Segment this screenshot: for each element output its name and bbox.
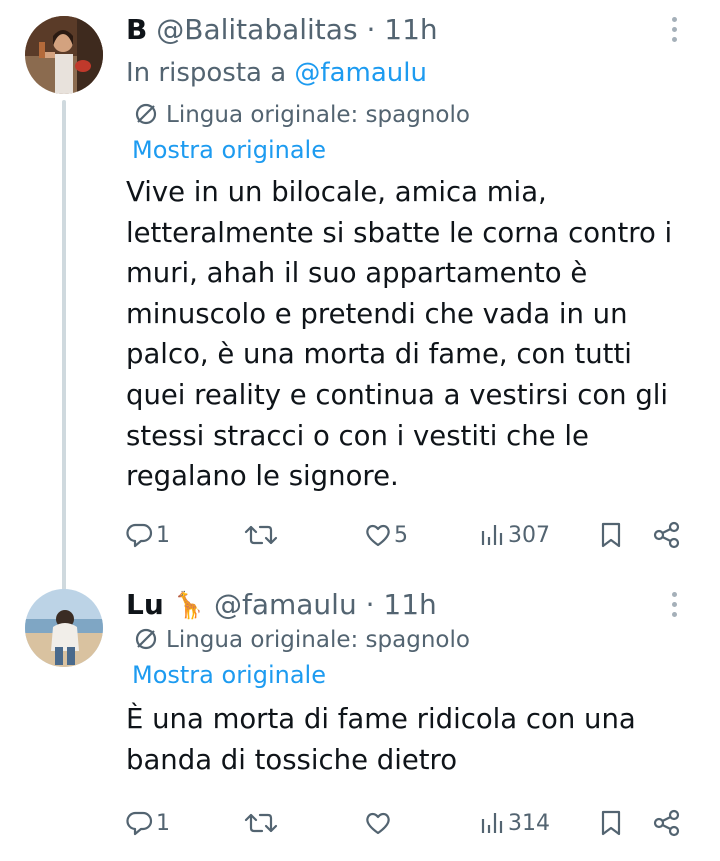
share-button[interactable] [652, 515, 682, 555]
separator-dot: · [366, 13, 376, 46]
like-button[interactable] [364, 803, 394, 843]
reply-count: 1 [156, 522, 170, 548]
heart-icon [366, 524, 390, 547]
more-options-icon[interactable] [664, 589, 684, 623]
giraffe-emoji: 🦒 [172, 591, 206, 621]
person-on-beach-photo-avatar [25, 589, 103, 667]
language-label: Lingua originale: spagnolo [166, 102, 470, 128]
avatar[interactable] [25, 16, 103, 94]
timestamp[interactable]: 11h [383, 588, 436, 621]
more-options-icon[interactable] [664, 14, 684, 48]
tweet-text: È una morta di fame ridicola con una ban… [126, 703, 636, 776]
tweet-actions: 1 5 307 [126, 515, 692, 555]
views-chart-icon [481, 525, 503, 545]
bookmark-icon [601, 522, 621, 548]
translate-globe-icon [135, 628, 157, 650]
avatar[interactable] [25, 589, 103, 667]
reply-handle-link[interactable]: @famaulu [294, 58, 427, 88]
reply-icon [126, 811, 153, 836]
retweet-button[interactable] [244, 515, 280, 555]
timestamp[interactable]: 11h [384, 13, 437, 46]
reply-button[interactable]: 1 [126, 515, 170, 555]
bookmark-icon [601, 810, 621, 836]
heart-icon [366, 812, 390, 835]
tweet-header: B @Balitabalitas · 11h [126, 12, 692, 48]
view-count: 314 [508, 810, 550, 836]
views-button[interactable]: 314 [480, 803, 550, 843]
reply-count: 1 [156, 810, 170, 836]
tweet-header: Lu 🦒 @famaulu · 11h [126, 587, 692, 623]
view-count: 307 [508, 522, 550, 548]
translate-globe-icon [135, 103, 157, 125]
display-name[interactable]: B [126, 13, 147, 46]
thread-connector-line [62, 100, 66, 595]
views-button[interactable]: 307 [480, 515, 550, 555]
translation-note: Lingua originale: spagnolo [134, 100, 470, 130]
reply-icon [126, 523, 153, 548]
bookmark-button[interactable] [598, 515, 624, 555]
like-button[interactable]: 5 [364, 515, 408, 555]
retweet-button[interactable] [244, 803, 280, 843]
show-original-link[interactable]: Mostra originale [132, 659, 326, 691]
reply-prefix: In risposta a [126, 58, 287, 88]
language-label: Lingua originale: spagnolo [166, 627, 470, 653]
translation-note: Lingua originale: spagnolo [134, 625, 470, 655]
bookmark-button[interactable] [598, 803, 624, 843]
tweet[interactable]: B @Balitabalitas · 11h In risposta a @fa… [0, 0, 720, 595]
share-button[interactable] [652, 803, 682, 843]
like-count: 5 [394, 522, 408, 548]
woman-drinking-photo-avatar [25, 16, 103, 94]
user-handle[interactable]: @Balitabalitas [156, 13, 357, 46]
user-handle[interactable]: @famaulu [214, 588, 357, 621]
share-icon [653, 521, 680, 549]
tweet-actions: 1 314 [126, 803, 692, 843]
reply-context: In risposta a @famaulu [126, 56, 427, 90]
tweet[interactable]: Lu 🦒 @famaulu · 11h Lingua originale: sp… [0, 575, 720, 861]
display-name[interactable]: Lu [126, 588, 164, 621]
reply-button[interactable]: 1 [126, 803, 170, 843]
separator-dot: · [365, 588, 375, 621]
share-icon [653, 809, 680, 837]
retweet-icon [244, 525, 278, 545]
show-original-link[interactable]: Mostra originale [132, 134, 326, 166]
views-chart-icon [481, 813, 503, 833]
retweet-icon [244, 813, 278, 833]
tweet-text: Vive in un bilocale, amica mia, letteral… [126, 176, 673, 493]
